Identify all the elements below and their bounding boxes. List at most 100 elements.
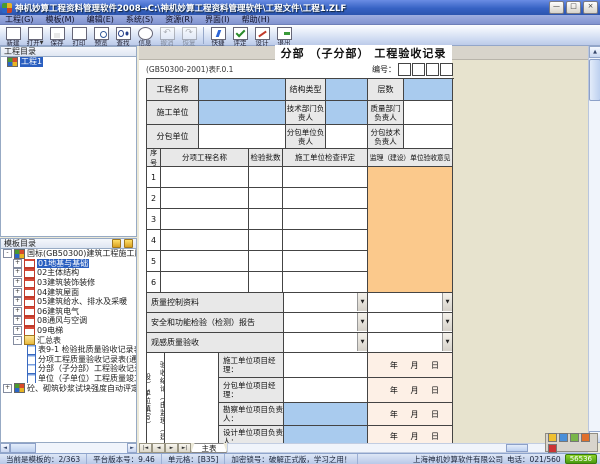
expand-icon[interactable]: +: [13, 258, 22, 268]
tree-item-05-plumbing[interactable]: 05建筑给水、排水及采暖: [37, 297, 127, 307]
supervisor-opinion-cell[interactable]: [368, 167, 453, 293]
save-button[interactable]: 保存: [46, 26, 68, 47]
expand-icon[interactable]: +: [13, 278, 22, 288]
prev-sheet-icon[interactable]: ◄: [152, 443, 165, 453]
cell-quality-manager[interactable]: [404, 101, 453, 125]
dropdown-arrow-icon[interactable]: ▼: [357, 313, 367, 331]
table-cell[interactable]: [249, 230, 283, 251]
menu-template[interactable]: 模板(M): [45, 14, 74, 25]
cell-contractor[interactable]: [199, 101, 286, 125]
vertical-scroll-thumb[interactable]: [589, 59, 600, 101]
panel-sort-icon[interactable]: [124, 239, 133, 248]
design-button[interactable]: 设计: [251, 26, 273, 47]
table-cell[interactable]: [283, 251, 368, 272]
date-cell[interactable]: 年 月 日: [368, 426, 453, 443]
horizontal-scroll-thumb[interactable]: [506, 444, 528, 452]
collapse-icon[interactable]: -: [3, 249, 12, 259]
expand-icon[interactable]: +: [13, 306, 22, 316]
table-cell[interactable]: [161, 272, 249, 293]
scroll-right-icon[interactable]: ►: [127, 443, 137, 453]
sidebar-horizontal-scrollbar[interactable]: ◄ ►: [0, 443, 137, 453]
date-cell[interactable]: 年 月 日: [368, 353, 453, 378]
cell-floors[interactable]: [404, 79, 453, 101]
new-button[interactable]: 新建: [2, 26, 24, 47]
tree-item-inspection-lot-form[interactable]: 表9-1 检验批质量验收记录表(通用): [38, 345, 136, 355]
table-cell[interactable]: [161, 167, 249, 188]
restore-button[interactable]: □: [566, 1, 581, 14]
cell-sub-tech-manager[interactable]: [404, 125, 453, 149]
tray-icon-4[interactable]: [581, 432, 590, 442]
evaluate-button[interactable]: 评定: [229, 26, 251, 47]
tree-item-01-foundation[interactable]: 01地基与基础: [37, 258, 90, 269]
tree-item-concrete-eval[interactable]: 砼、砌筑砂浆试块强度自动评定: [27, 383, 136, 393]
find-button[interactable]: 查找: [112, 26, 134, 47]
safety-report-dropdown-2[interactable]: ▼: [368, 313, 453, 333]
number-box-3[interactable]: [426, 63, 439, 76]
table-cell[interactable]: [283, 167, 368, 188]
menu-view[interactable]: 界面(I): [205, 14, 230, 25]
vertical-scrollbar[interactable]: ▲ ▼: [588, 46, 600, 443]
table-cell[interactable]: [283, 272, 368, 293]
tray-icon-2[interactable]: [559, 432, 568, 442]
table-cell[interactable]: [249, 272, 283, 293]
cell-structure-type[interactable]: [326, 79, 368, 101]
last-sheet-icon[interactable]: ►|: [178, 443, 191, 453]
number-box-2[interactable]: [412, 63, 425, 76]
expand-icon[interactable]: +: [3, 383, 12, 393]
expand-icon[interactable]: +: [13, 316, 22, 326]
next-sheet-icon[interactable]: ►: [165, 443, 178, 453]
quality-control-dropdown-2[interactable]: ▼: [368, 293, 453, 313]
appearance-dropdown-2[interactable]: ▼: [368, 333, 453, 353]
table-cell[interactable]: [161, 251, 249, 272]
tree-item-06-electrical[interactable]: 06建筑电气: [37, 307, 79, 317]
appearance-dropdown[interactable]: ▼: [284, 333, 368, 353]
sign-cell-subcontractor-pm[interactable]: [284, 378, 368, 403]
menu-system[interactable]: 系统(S): [126, 14, 153, 25]
expand-icon[interactable]: +: [13, 268, 22, 278]
dropdown-arrow-icon[interactable]: ▼: [357, 333, 367, 351]
tray-icon-5[interactable]: [548, 443, 557, 453]
tree-item-summary-folder[interactable]: 汇总表: [37, 335, 61, 345]
close-button[interactable]: ×: [583, 1, 598, 14]
expand-icon[interactable]: +: [13, 297, 22, 307]
scroll-track[interactable]: [36, 443, 127, 453]
tree-item-02-structure[interactable]: 02主体结构: [37, 268, 79, 278]
scroll-left-icon[interactable]: ◄: [0, 443, 10, 453]
tree-item-project1[interactable]: 工程1: [20, 57, 44, 67]
first-sheet-icon[interactable]: |◄: [139, 443, 152, 453]
tree-item-gb50300-root[interactable]: 国标(GB50300)建筑工程施工质量验收表格: [27, 249, 136, 259]
table-cell[interactable]: [161, 230, 249, 251]
sign-cell-survey-lead[interactable]: [284, 403, 368, 426]
tree-item-03-decoration[interactable]: 03建筑装饰装修: [37, 278, 95, 288]
menu-resource[interactable]: 资源(R): [165, 14, 193, 25]
cell-tech-manager[interactable]: [326, 101, 368, 125]
number-box-1[interactable]: [398, 63, 411, 76]
tray-icon-3[interactable]: [570, 432, 579, 442]
conclusion-blank-cell[interactable]: [165, 353, 219, 443]
open-button[interactable]: 打开▼: [24, 26, 46, 47]
table-cell[interactable]: [161, 188, 249, 209]
table-cell[interactable]: [249, 251, 283, 272]
print-button[interactable]: 打印: [68, 26, 90, 47]
cell-sub-manager[interactable]: [326, 125, 368, 149]
collapse-icon[interactable]: -: [13, 335, 22, 345]
table-cell[interactable]: [283, 188, 368, 209]
date-cell[interactable]: 年 月 日: [368, 403, 453, 426]
quick-button[interactable]: 快捷: [207, 26, 229, 47]
expand-icon[interactable]: +: [13, 326, 22, 336]
expand-icon[interactable]: +: [13, 287, 22, 297]
tree-item-subitem-form[interactable]: 分项工程质量验收记录表(通用表): [38, 355, 136, 365]
table-cell[interactable]: [161, 209, 249, 230]
cell-subcontractor[interactable]: [199, 125, 286, 149]
redo-button[interactable]: ↷ 恢复: [178, 26, 200, 47]
number-box-4[interactable]: [440, 63, 453, 76]
menu-edit[interactable]: 编辑(E): [87, 14, 114, 25]
undo-button[interactable]: ↶ 撤消: [156, 26, 178, 47]
info-button[interactable]: i 信息: [134, 26, 156, 47]
table-cell[interactable]: [283, 230, 368, 251]
table-cell[interactable]: [249, 167, 283, 188]
tree-item-09-elevator[interactable]: 09电梯: [37, 326, 63, 336]
tree-item-unit-form[interactable]: 单位（子单位）工程质量竣工验收记录(汇总表): [38, 374, 136, 384]
tray-icon-1[interactable]: [548, 432, 557, 442]
document-horizontal-scrollbar[interactable]: [227, 443, 588, 453]
